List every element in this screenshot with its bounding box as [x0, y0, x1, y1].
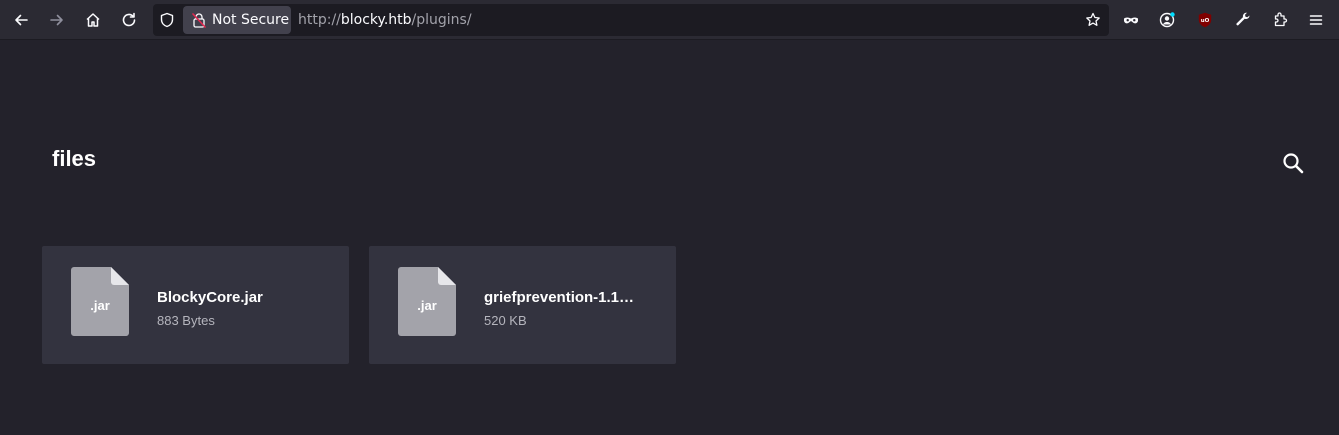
- url-text[interactable]: http://blocky.htb/plugins/: [298, 12, 472, 28]
- account-button[interactable]: [1151, 4, 1183, 36]
- search-icon[interactable]: [1282, 152, 1304, 174]
- private-browsing-button[interactable]: [1115, 4, 1147, 36]
- extensions-icon: [1274, 12, 1288, 27]
- app-menu-button[interactable]: [1300, 4, 1332, 36]
- file-size: 883 Bytes: [157, 313, 215, 328]
- file-name[interactable]: griefprevention-1.1…: [484, 289, 654, 306]
- devtools-button[interactable]: [1227, 4, 1259, 36]
- reload-icon: [122, 12, 136, 27]
- svg-text:uO: uO: [1201, 18, 1210, 24]
- page-title: files: [52, 146, 97, 171]
- url-host: blocky.htb: [340, 12, 412, 28]
- extensions-button[interactable]: [1264, 4, 1296, 36]
- home-button[interactable]: [77, 4, 109, 36]
- wrench-icon: [1236, 12, 1250, 26]
- file-card[interactable]: .jar griefprevention-1.1… 520 KB: [369, 246, 676, 364]
- bookmark-star-icon[interactable]: [1085, 12, 1101, 28]
- shield-icon[interactable]: [159, 12, 175, 28]
- menu-icon: [1309, 15, 1323, 25]
- forward-button[interactable]: [41, 4, 73, 36]
- home-icon: [86, 13, 100, 27]
- browser-toolbar: Not Secure http://blocky.htb/plugins/ uO: [0, 0, 1339, 40]
- ublock-button[interactable]: uO: [1189, 4, 1221, 36]
- file-size: 520 KB: [484, 313, 527, 328]
- url-bar[interactable]: Not Secure http://blocky.htb/plugins/: [153, 4, 1109, 36]
- file-card[interactable]: .jar BlockyCore.jar 883 Bytes: [42, 246, 349, 364]
- file-extension: .jar: [90, 298, 110, 313]
- back-button[interactable]: [5, 4, 37, 36]
- security-indicator[interactable]: Not Secure: [183, 6, 291, 34]
- account-icon: [1159, 12, 1175, 28]
- file-name[interactable]: BlockyCore.jar: [157, 289, 327, 306]
- private-mask-icon: [1124, 17, 1138, 24]
- url-scheme: http://: [298, 12, 341, 28]
- insecure-lock-icon: [192, 13, 206, 28]
- ublock-icon: uO: [1198, 12, 1212, 28]
- forward-icon: [50, 14, 63, 26]
- back-icon: [15, 14, 28, 26]
- file-extension: .jar: [417, 298, 437, 313]
- reload-button[interactable]: [113, 4, 145, 36]
- url-path: /plugins/: [411, 12, 472, 28]
- security-label: Not Secure: [212, 12, 290, 28]
